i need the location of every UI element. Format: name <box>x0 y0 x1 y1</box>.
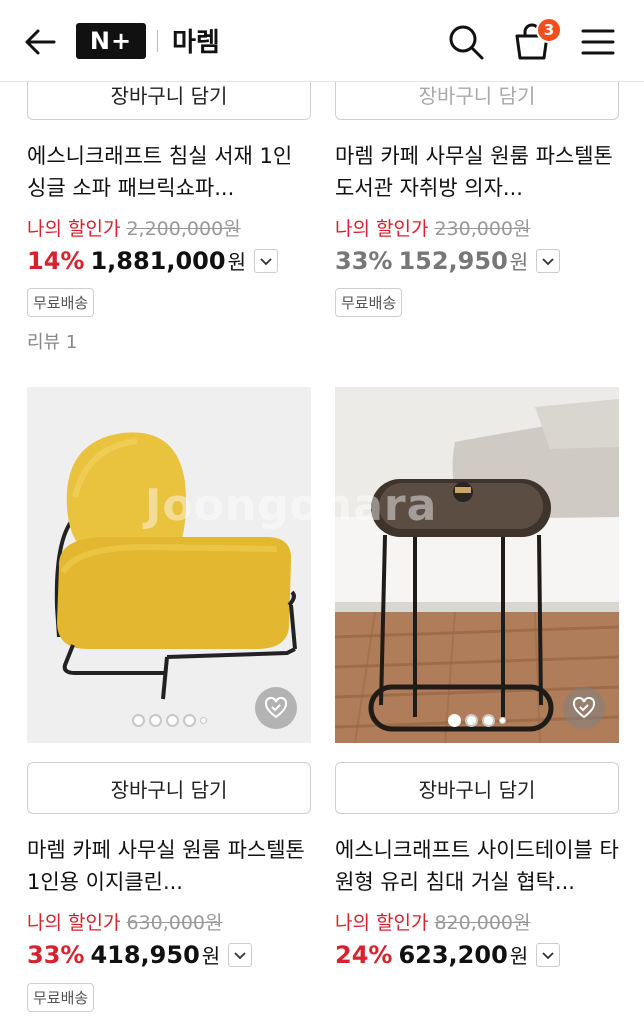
currency-unit: 원 <box>509 944 529 968</box>
logo-divider <box>157 30 158 52</box>
member-price-line: 나의 할인가 820,000원 <box>335 908 531 935</box>
pagination-dot <box>165 714 179 727</box>
discount-rate: 24% <box>335 940 393 969</box>
free-shipping-badge: 무료배송 <box>27 288 95 317</box>
currency-unit: 원 <box>227 250 246 274</box>
original-price: 2,200,000원 <box>126 218 241 240</box>
member-price-line: 나의 할인가 630,000원 <box>27 908 223 935</box>
currency-unit: 원 <box>201 944 221 968</box>
chevron-down-icon[interactable] <box>254 248 278 273</box>
back-arrow-icon[interactable] <box>20 22 60 62</box>
pagination-dot <box>148 714 162 727</box>
sale-price: 1,881,000 <box>90 246 226 275</box>
hamburger-menu-icon[interactable] <box>578 22 618 62</box>
pagination-dot <box>199 717 207 724</box>
product-image[interactable] <box>27 387 311 743</box>
sale-price: 623,200 <box>398 940 508 969</box>
currency-unit: 원 <box>509 250 529 274</box>
review-count[interactable]: 리뷰 1 <box>27 328 77 354</box>
original-price: 820,000원 <box>434 912 531 934</box>
free-shipping-badge: 무료배송 <box>335 288 403 317</box>
original-price: 630,000원 <box>126 912 223 934</box>
pagination-dot <box>448 714 461 727</box>
wishlist-heart-icon[interactable] <box>255 687 297 729</box>
member-price-label: 나의 할인가 <box>27 218 121 240</box>
pagination-dot <box>182 714 196 727</box>
product-title[interactable]: 에스니크래프트 침실 서재 1인 싱글 소파 패브릭쇼파... <box>27 140 311 204</box>
add-to-cart-button[interactable]: 장바구니 담기 <box>335 762 619 814</box>
product-title[interactable]: 마렘 카페 사무실 원룸 파스텔톤 1인용 이지클린... <box>27 834 311 898</box>
pagination-dot <box>465 714 478 727</box>
naver-plus-logo[interactable]: N+ <box>76 23 146 59</box>
store-name[interactable]: 마렘 <box>172 22 220 59</box>
top-header: N+ 마렘 3 <box>0 0 644 82</box>
pagination-dot <box>482 714 495 727</box>
free-shipping-badge: 무료배송 <box>27 983 95 1012</box>
chevron-down-icon[interactable] <box>536 248 561 273</box>
cart-count-badge: 3 <box>536 17 562 43</box>
product-image[interactable] <box>335 387 619 743</box>
price-row: 33% 418,950 원 <box>27 940 253 969</box>
member-price-line: 나의 할인가 2,200,000원 <box>27 214 241 241</box>
watermark: Joongonara <box>145 480 438 531</box>
wishlist-heart-icon[interactable] <box>563 687 605 729</box>
product-title[interactable]: 마렘 카페 사무실 원룸 파스텔톤 도서관 자취방 의자... <box>335 140 619 204</box>
sale-price: 152,950 <box>398 246 508 275</box>
pagination-dot <box>499 717 506 724</box>
chevron-down-icon[interactable] <box>228 942 253 967</box>
price-row: 14% 1,881,000 원 <box>27 246 278 275</box>
member-price-label: 나의 할인가 <box>335 218 429 240</box>
sale-price: 418,950 <box>90 940 200 969</box>
search-icon[interactable] <box>446 22 486 62</box>
discount-rate: 14% <box>27 246 85 275</box>
member-price-label: 나의 할인가 <box>335 912 429 934</box>
discount-rate: 33% <box>27 940 85 969</box>
member-price-line: 나의 할인가 230,000원 <box>335 214 531 241</box>
product-title[interactable]: 에스니크래프트 사이드테이블 타원형 유리 침대 거실 협탁... <box>335 834 619 898</box>
original-price: 230,000원 <box>434 218 531 240</box>
price-row: 24% 623,200 원 <box>335 940 561 969</box>
chevron-down-icon[interactable] <box>536 942 561 967</box>
add-to-cart-button[interactable]: 장바구니 담기 <box>27 762 311 814</box>
price-row: 33% 152,950 원 <box>335 246 561 275</box>
member-price-label: 나의 할인가 <box>27 912 121 934</box>
pagination-dot <box>131 714 145 727</box>
discount-rate: 33% <box>335 246 393 275</box>
